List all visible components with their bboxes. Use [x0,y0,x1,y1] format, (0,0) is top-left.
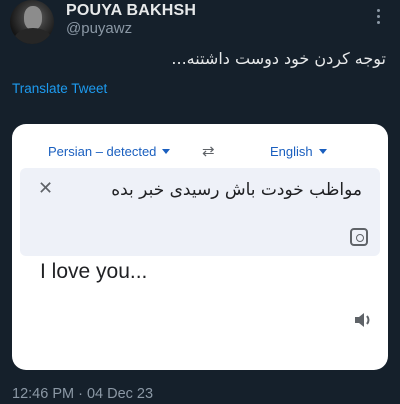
language-bar: Persian – detected ⇄ English [20,130,380,168]
avatar-face [24,6,42,30]
target-language-selector[interactable]: English [270,144,327,159]
close-icon[interactable]: ✕ [38,178,53,199]
translate-tweet-link[interactable]: Translate Tweet [12,81,107,96]
chevron-down-icon [162,149,171,154]
handle[interactable]: @puyawz [66,20,132,37]
swap-languages-icon[interactable]: ⇄ [202,142,215,160]
avatar[interactable] [10,0,54,44]
more-options-icon[interactable] [370,6,386,26]
tweet-timestamp[interactable]: 12:46 PM · 04 Dec 23 [12,386,153,402]
source-language-selector[interactable]: Persian – detected [48,144,171,159]
camera-icon[interactable] [350,228,368,246]
display-name[interactable]: POUYA BAKHSH [66,2,196,20]
source-text-box[interactable]: ✕ مواظب خودت باش رسیدی خبر بده [20,168,380,256]
tweet-text: توجه کردن خود دوست داشتنه... [171,49,386,68]
source-text: مواظب خودت باش رسیدی خبر بده [111,180,362,200]
translated-text: I love you... [40,260,148,283]
speaker-icon[interactable] [353,310,375,330]
avatar-body [14,28,52,44]
chevron-down-icon [318,149,327,154]
target-language-label: English [270,144,313,159]
tweet-media-image[interactable]: Persian – detected ⇄ English ✕ مواظب خود… [12,124,388,370]
source-language-label: Persian – detected [48,144,157,159]
